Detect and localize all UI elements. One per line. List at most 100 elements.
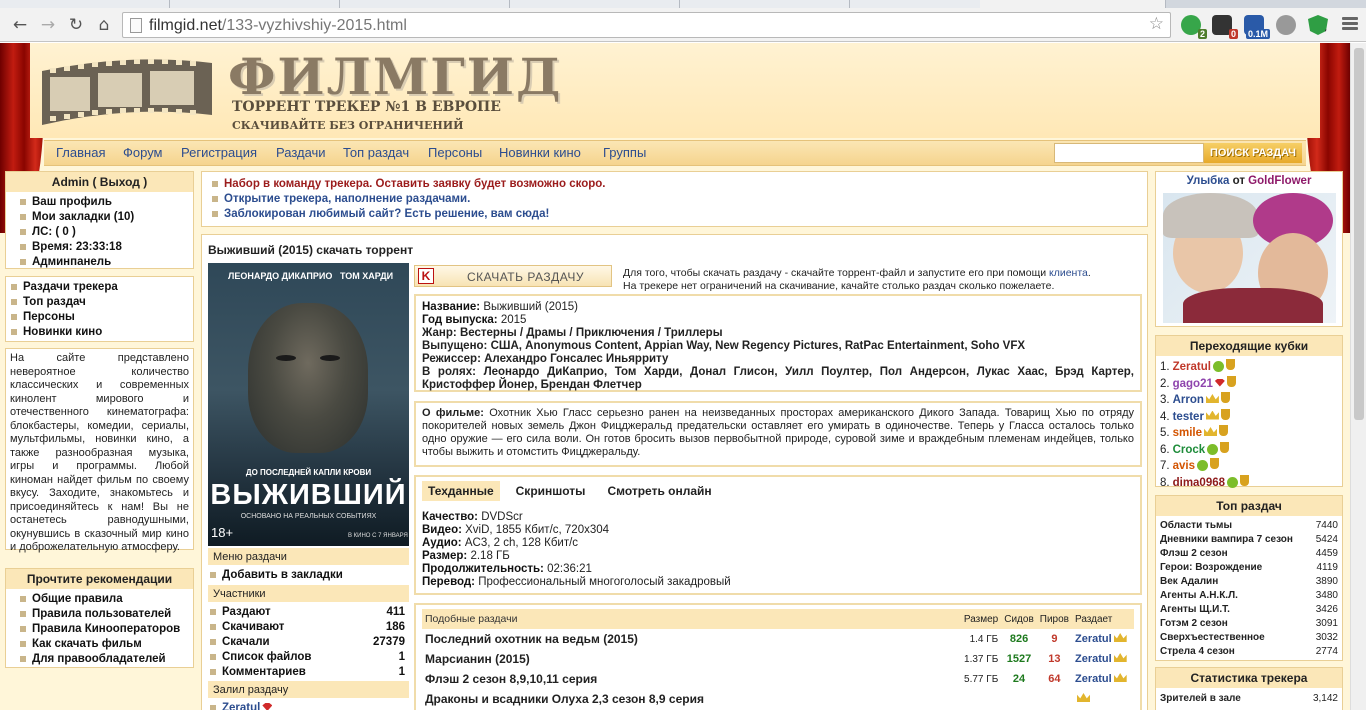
announcement-item[interactable]: Набор в команду трекера. Оставить заявку… <box>212 177 1147 192</box>
table-row[interactable]: Герои: Возрождение 4119 <box>1156 560 1342 574</box>
uploader-link[interactable]: Zeratul <box>210 701 273 710</box>
tab-tech-data[interactable]: Техданные <box>422 481 500 501</box>
stat-file-list[interactable]: Список файлов 1 <box>210 650 405 665</box>
cup-holder-name[interactable]: avis <box>1173 460 1195 472</box>
user-rules-link[interactable]: Правила пользователей <box>20 607 193 622</box>
table-row[interactable]: Флэш 2 сезон 4459 <box>1156 546 1342 560</box>
stat-seeding[interactable]: Раздают 411 <box>210 605 405 620</box>
scrollbar-thumb[interactable] <box>1354 48 1364 420</box>
table-row[interactable]: Марсианин (2015) 1.37 ГБ 1527 13 Zeratul <box>422 649 1134 669</box>
cup-holder-name[interactable]: dima0968 <box>1173 477 1225 489</box>
add-bookmark-link[interactable]: Добавить в закладки <box>210 568 343 583</box>
extension-icon[interactable] <box>1276 15 1296 35</box>
tab-screenshots[interactable]: Скриншоты <box>510 481 592 501</box>
address-bar[interactable]: filmgid.net/133-vyzhivshiy-2015.html ☆ <box>122 12 1171 38</box>
profile-link[interactable]: Ваш профиль <box>20 195 193 210</box>
announcement-item[interactable]: Открытие трекера, наполнение раздачами. <box>212 192 1147 207</box>
admin-panel-link[interactable]: Админпанель <box>20 255 193 270</box>
table-row[interactable]: Сверхъестественное 3032 <box>1156 630 1342 644</box>
browser-tab[interactable] <box>510 0 680 8</box>
browser-tab[interactable] <box>170 0 340 8</box>
tracker-releases-link[interactable]: Раздачи трекера <box>11 280 193 295</box>
cup-holder-item[interactable]: 5. smile <box>1160 425 1342 442</box>
similar-title[interactable]: Последний охотник на ведьм (2015) <box>422 629 961 649</box>
table-row[interactable]: Агенты Щ.И.Т. 3426 <box>1156 602 1342 616</box>
table-row[interactable]: Дневники вампира 7 сезон 5424 <box>1156 532 1342 546</box>
smile-photo[interactable] <box>1163 193 1336 323</box>
top-title[interactable]: Век Адалин <box>1156 574 1309 588</box>
table-row[interactable]: Области тьмы 7440 <box>1156 518 1342 532</box>
top-releases-link[interactable]: Топ раздач <box>11 295 193 310</box>
client-link[interactable]: клиента <box>1049 267 1088 279</box>
top-title[interactable]: Области тьмы <box>1156 518 1309 532</box>
search-button[interactable]: ПОИСК РАЗДАЧ <box>1204 143 1302 163</box>
cup-holder-name[interactable]: smile <box>1173 427 1202 439</box>
new-movies-link[interactable]: Новинки кино <box>11 325 193 340</box>
url-text[interactable]: filmgid.net/133-vyzhivshiy-2015.html <box>149 17 407 35</box>
extension-icon[interactable]: 2 <box>1181 15 1207 39</box>
cup-holder-item[interactable]: 1. Zeratul <box>1160 359 1342 376</box>
top-title[interactable]: Герои: Возрождение <box>1156 560 1309 574</box>
nav-groups[interactable]: Группы <box>603 145 646 160</box>
general-rules-link[interactable]: Общие правила <box>20 592 193 607</box>
user-box-head[interactable]: Admin ( Выход ) <box>6 172 193 192</box>
extension-icon[interactable]: 0.1M <box>1244 15 1270 39</box>
table-row[interactable]: Последний охотник на ведьм (2015) 1.4 ГБ… <box>422 629 1134 649</box>
extension-icon[interactable]: 0 <box>1212 15 1238 39</box>
similar-title[interactable]: Марсианин (2015) <box>422 649 961 669</box>
browser-tab[interactable] <box>340 0 510 8</box>
table-row[interactable]: Агенты А.Н.К.Л. 3480 <box>1156 588 1342 602</box>
smile-author-link[interactable]: GoldFlower <box>1248 175 1311 187</box>
site-logo-title[interactable]: ФИЛМГИД <box>228 47 562 106</box>
top-title[interactable]: Агенты Щ.И.Т. <box>1156 602 1309 616</box>
back-icon[interactable]: ← <box>8 13 32 37</box>
table-row[interactable]: Стрела 4 сезон 2774 <box>1156 644 1342 658</box>
cup-holder-item[interactable]: 8. dima0968 <box>1160 474 1342 492</box>
copyright-holders-link[interactable]: Для правообладателей <box>20 652 193 667</box>
cup-holder-item[interactable]: 4. tester <box>1160 408 1342 426</box>
cup-holder-name[interactable]: gago21 <box>1173 378 1213 390</box>
top-title[interactable]: Дневники вампира 7 сезон <box>1156 532 1309 546</box>
browser-tab[interactable] <box>680 0 850 8</box>
bookmarks-link[interactable]: Мои закладки (10) <box>20 210 193 225</box>
tab-watch-online[interactable]: Смотреть онлайн <box>601 481 717 501</box>
bookmark-star-icon[interactable]: ☆ <box>1149 14 1164 34</box>
nav-releases[interactable]: Раздачи <box>276 145 326 160</box>
table-row[interactable]: Флэш 2 сезон 8,9,10,11 серия 5.77 ГБ 24 … <box>422 669 1134 689</box>
top-title[interactable]: Флэш 2 сезон <box>1156 546 1309 560</box>
table-row[interactable]: Драконы и всадники Олуха 2,3 сезон 8,9 с… <box>422 689 1134 709</box>
similar-user[interactable]: Zeratul <box>1072 649 1134 669</box>
similar-title[interactable]: Флэш 2 сезон 8,9,10,11 серия <box>422 669 961 689</box>
similar-user[interactable]: Zeratul <box>1072 669 1134 689</box>
messages-link[interactable]: ЛС: ( 0 ) <box>20 225 193 240</box>
home-icon[interactable]: ⌂ <box>92 13 116 37</box>
similar-user[interactable]: Zeratul <box>1072 629 1134 649</box>
browser-menu-icon[interactable] <box>1342 17 1358 31</box>
page-scrollbar[interactable] <box>1350 43 1366 710</box>
nav-register[interactable]: Регистрация <box>181 145 257 160</box>
reload-icon[interactable]: ↻ <box>64 13 88 37</box>
cup-holder-item[interactable]: 3. Arron <box>1160 392 1342 409</box>
movie-poster[interactable]: ЛЕОНАРДО ДИКАПРИО ТОМ ХАРДИ ДО ПОСЛЕДНЕЙ… <box>208 263 409 546</box>
top-title[interactable]: Стрела 4 сезон <box>1156 644 1309 658</box>
cup-holder-item[interactable]: 6. Crock <box>1160 441 1342 459</box>
stat-downloaded[interactable]: Скачали 27379 <box>210 635 405 650</box>
cup-holder-name[interactable]: Zeratul <box>1173 361 1211 373</box>
how-to-download-link[interactable]: Как скачать фильм <box>20 637 193 652</box>
cup-holder-name[interactable]: Arron <box>1173 394 1204 406</box>
nav-home[interactable]: Главная <box>56 145 105 160</box>
search-input[interactable] <box>1054 143 1204 163</box>
announcement-item[interactable]: Заблокирован любимый сайт? Есть решение,… <box>212 207 1147 222</box>
similar-title[interactable]: Драконы и всадники Олуха 2,3 сезон 8,9 с… <box>422 689 961 709</box>
nav-new-movies[interactable]: Новинки кино <box>499 145 581 160</box>
cup-holder-name[interactable]: tester <box>1173 411 1204 423</box>
nav-top-releases[interactable]: Топ раздач <box>343 145 409 160</box>
shield-extension-icon[interactable]: 3 <box>1308 15 1328 35</box>
nav-forum[interactable]: Форум <box>123 145 163 160</box>
top-title[interactable]: Сверхъестественное <box>1156 630 1309 644</box>
top-title[interactable]: Готэм 2 сезон <box>1156 616 1309 630</box>
browser-tab-active[interactable] <box>980 0 1166 8</box>
stat-leeching[interactable]: Скачивают 186 <box>210 620 405 635</box>
table-row[interactable]: Готэм 2 сезон 3091 <box>1156 616 1342 630</box>
forward-icon[interactable]: → <box>36 13 60 37</box>
